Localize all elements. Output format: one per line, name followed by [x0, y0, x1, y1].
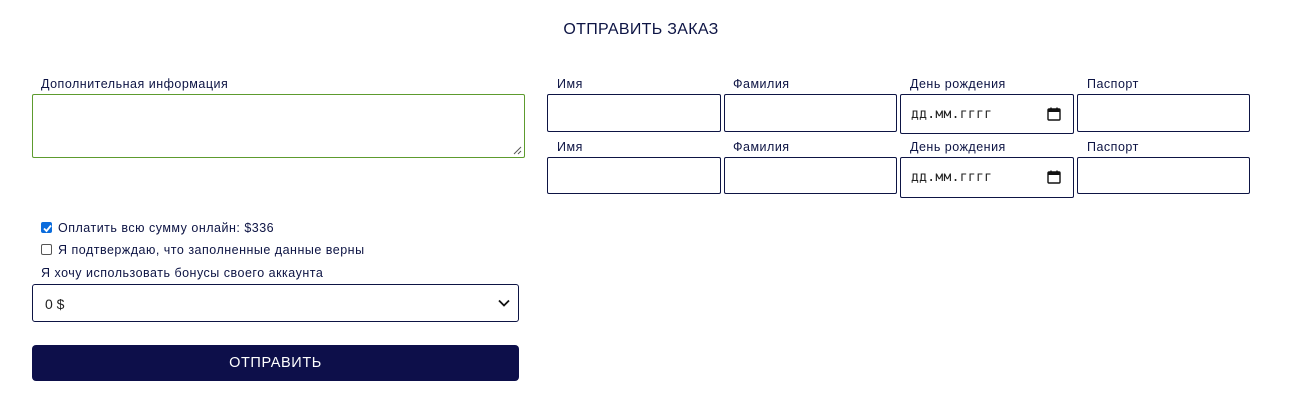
bonuses-select[interactable]: 0 $: [32, 284, 519, 322]
chevron-down-icon: [498, 299, 510, 307]
birthday-input[interactable]: дд.мм.гггг: [900, 94, 1074, 134]
first-name-input[interactable]: [547, 94, 721, 132]
last-name-label: Фамилия: [733, 77, 790, 91]
confirm-data-checkbox[interactable]: [41, 244, 52, 255]
first-name-label: Имя: [557, 140, 583, 154]
calendar-icon[interactable]: [1047, 107, 1061, 121]
submit-button[interactable]: ОТПРАВИТЬ: [32, 345, 519, 381]
birthday-input[interactable]: дд.мм.гггг: [900, 157, 1074, 198]
resize-grip-icon[interactable]: [513, 146, 522, 155]
passport-label: Паспорт: [1087, 77, 1139, 91]
last-name-label: Фамилия: [733, 140, 790, 154]
notes-label: Дополнительная информация: [41, 77, 229, 91]
first-name-label: Имя: [557, 77, 583, 91]
birthday-label: День рождения: [910, 140, 1006, 154]
notes-textarea[interactable]: [32, 94, 525, 158]
bonuses-selected-value: 0 $: [45, 296, 65, 312]
birthday-placeholder: дд.мм.гггг: [911, 170, 993, 185]
bonuses-label: Я хочу использовать бонусы своего аккаун…: [41, 266, 324, 280]
passport-input[interactable]: [1077, 94, 1250, 132]
birthday-label: День рождения: [910, 77, 1006, 91]
passport-label: Паспорт: [1087, 140, 1139, 154]
passport-input[interactable]: [1077, 157, 1250, 194]
confirm-data-label[interactable]: Я подтверждаю, что заполненные данные ве…: [58, 243, 365, 257]
birthday-placeholder: дд.мм.гггг: [911, 106, 993, 122]
order-form-page: ОТПРАВИТЬ ЗАКАЗ Дополнительная информаци…: [0, 0, 1292, 407]
pay-online-checkbox[interactable]: [41, 222, 52, 233]
page-title: ОТПРАВИТЬ ЗАКАЗ: [563, 21, 719, 38]
checkmark-icon: [43, 224, 52, 233]
calendar-icon[interactable]: [1047, 170, 1061, 184]
pay-online-label[interactable]: Оплатить всю сумму онлайн: $336: [58, 221, 274, 235]
last-name-input[interactable]: [724, 94, 897, 132]
last-name-input[interactable]: [724, 157, 897, 194]
first-name-input[interactable]: [547, 157, 721, 194]
